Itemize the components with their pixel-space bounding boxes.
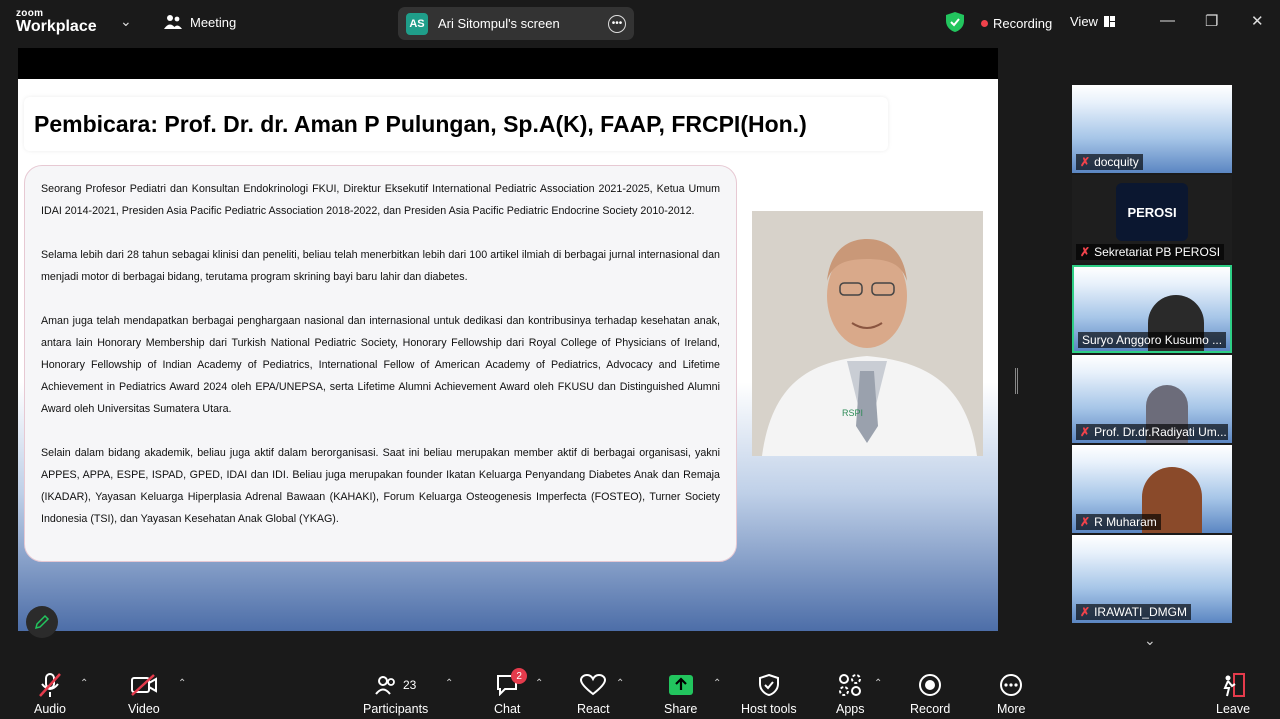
participants-icon <box>375 676 395 695</box>
react-options-caret[interactable]: ⌃ <box>616 678 624 689</box>
participant-tile-active-speaker[interactable]: Suryo Anggoro Kusumo ... <box>1072 265 1232 353</box>
muted-mic-icon: ✗ <box>1080 425 1091 439</box>
close-icon[interactable]: ✕ <box>1251 12 1264 30</box>
chat-options-caret[interactable]: ⌃ <box>535 678 543 689</box>
meeting-label: Meeting <box>190 14 237 30</box>
pencil-icon <box>34 614 50 630</box>
record-button[interactable]: Record <box>910 670 950 716</box>
presentation-slide: Pembicara: Prof. Dr. dr. Aman P Pulungan… <box>18 79 998 631</box>
video-options-caret[interactable]: ⌃ <box>178 678 186 689</box>
screen-share-label: Ari Sitompul's screen <box>438 16 560 31</box>
more-options-icon[interactable]: ••• <box>608 14 626 33</box>
host-tools-button[interactable]: Host tools <box>741 670 797 716</box>
muted-mic-icon: ✗ <box>1080 605 1091 619</box>
speaker-bio: Seorang Profesor Pediatri dan Konsultan … <box>24 165 737 562</box>
presenter-avatar: AS <box>406 12 428 35</box>
leave-button[interactable]: Leave <box>1216 670 1250 716</box>
participant-tile[interactable]: ✗ docquity <box>1072 85 1232 173</box>
minimize-icon[interactable]: — <box>1160 12 1175 29</box>
muted-mic-icon <box>39 673 61 697</box>
apps-icon <box>839 674 862 696</box>
share-options-caret[interactable]: ⌃ <box>713 678 721 689</box>
participant-tile[interactable]: ✗ IRAWATI_DMGM <box>1072 535 1232 623</box>
perosi-logo: PEROSI <box>1116 183 1188 241</box>
muted-mic-icon: ✗ <box>1080 245 1091 259</box>
shield-icon <box>758 674 779 696</box>
recording-dot-icon <box>981 20 988 27</box>
share-screen-icon <box>668 675 693 695</box>
more-icon <box>1000 674 1023 696</box>
more-button[interactable]: More <box>997 670 1025 716</box>
recording-indicator[interactable]: Recording <box>981 16 1052 31</box>
participant-gallery: ✗ docquity PEROSI ✗ Sekretariat PB PEROSI … <box>1072 85 1232 625</box>
bio-paragraph: Selain dalam bidang akademik, beliau jug… <box>41 447 720 525</box>
meeting-toolbar: Audio ⌃ Video ⌃ 23 Participants ⌃ 2 Chat… <box>0 660 1280 719</box>
screen-share-indicator[interactable]: AS Ari Sitompul's screen ••• <box>398 7 634 40</box>
top-bar: zoom Workplace ⌄ Meeting AS Ari Sitompul… <box>0 0 1280 46</box>
audio-options-caret[interactable]: ⌃ <box>80 678 88 689</box>
leave-icon <box>1223 673 1246 697</box>
bio-paragraph: Selama lebih dari 28 tahun sebagai klini… <box>41 249 720 283</box>
video-button[interactable]: Video <box>128 670 160 716</box>
muted-mic-icon: ✗ <box>1080 155 1091 169</box>
bio-paragraph: Aman juga telah mendapatkan berbagai pen… <box>41 315 720 415</box>
video-off-icon <box>130 674 157 696</box>
zoom-logo[interactable]: zoom Workplace <box>16 9 97 35</box>
participant-count: 23 <box>402 678 417 692</box>
record-icon <box>919 674 942 696</box>
slide-title-box: Pembicara: Prof. Dr. dr. Aman P Pulungan… <box>24 97 888 151</box>
heart-icon <box>580 674 607 696</box>
participant-tile[interactable]: ✗ R Muharam <box>1072 445 1232 533</box>
apps-options-caret[interactable]: ⌃ <box>874 678 882 689</box>
meeting-info-button[interactable]: Meeting <box>164 14 236 30</box>
participant-tile[interactable]: ✗ Prof. Dr.dr.Radiyati Um... <box>1072 355 1232 443</box>
participant-tile[interactable]: PEROSI ✗ Sekretariat PB PEROSI <box>1072 175 1232 263</box>
speaker-portrait: RSPI <box>752 211 983 456</box>
gallery-scroll-down-icon[interactable]: ⌄ <box>1144 632 1156 649</box>
resize-handle[interactable] <box>1015 368 1018 394</box>
apps-button[interactable]: Apps <box>836 670 865 716</box>
muted-mic-icon: ✗ <box>1080 515 1091 529</box>
bio-paragraph: Seorang Profesor Pediatri dan Konsultan … <box>41 183 720 217</box>
chevron-down-icon[interactable]: ⌄ <box>120 13 132 30</box>
slide-title: Pembicara: Prof. Dr. dr. Aman P Pulungan… <box>34 110 807 137</box>
annotate-button[interactable] <box>26 606 58 638</box>
speaker-photo: RSPI <box>752 211 983 456</box>
rspi-logo: RSPI <box>842 408 863 418</box>
restore-icon[interactable]: ❐ <box>1205 12 1218 30</box>
share-button[interactable]: Share <box>664 670 697 716</box>
participants-icon <box>164 15 182 29</box>
chat-button[interactable]: 2 Chat <box>494 668 528 716</box>
audio-button[interactable]: Audio <box>34 670 66 716</box>
view-button[interactable]: View <box>1070 14 1115 29</box>
participants-button[interactable]: 23 Participants <box>363 670 428 716</box>
chat-unread-badge: 2 <box>511 668 528 684</box>
participants-options-caret[interactable]: ⌃ <box>445 678 453 689</box>
shared-screen: Pembicara: Prof. Dr. dr. Aman P Pulungan… <box>18 48 998 638</box>
react-button[interactable]: React <box>577 670 610 716</box>
grid-view-icon <box>1103 16 1115 27</box>
security-shield-icon[interactable] <box>946 12 964 32</box>
